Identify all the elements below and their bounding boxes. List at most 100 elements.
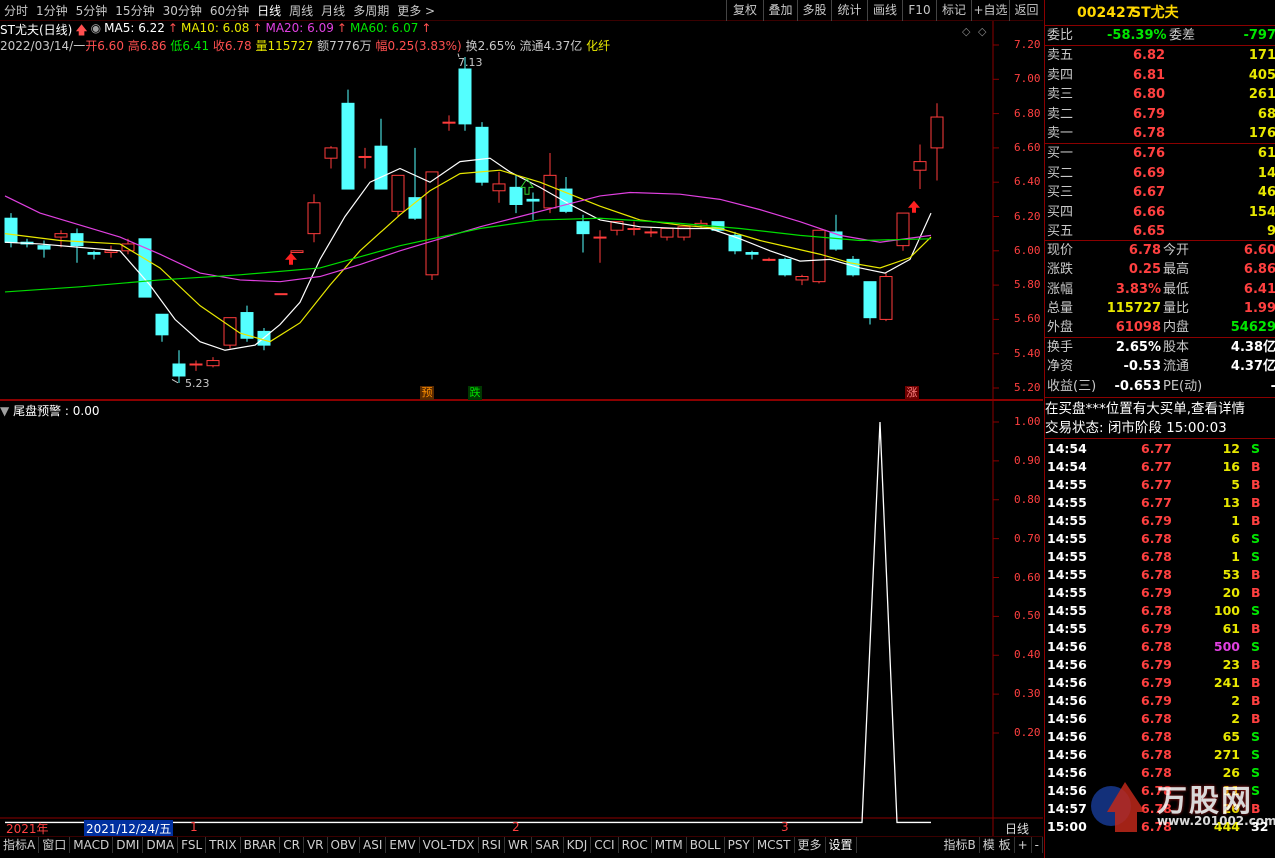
stats-value-2: 6.86 bbox=[1243, 262, 1275, 278]
bids-row[interactable]: 买二 6.69 14 bbox=[1045, 165, 1275, 183]
time-axis-month-3: 3 bbox=[781, 820, 789, 834]
stats-value-2: 54629 bbox=[1230, 320, 1275, 336]
tick-volume: 2 bbox=[1231, 693, 1240, 708]
tick-volume: 23 bbox=[1222, 657, 1240, 672]
period-15min[interactable]: 15分钟 bbox=[111, 2, 158, 19]
asks-volume: 68 bbox=[1257, 106, 1275, 122]
big-order-notice[interactable]: 在买盘***位置有大买单,查看详情 bbox=[1045, 400, 1275, 418]
indicator-right-tab-2[interactable]: + bbox=[1015, 837, 1032, 853]
time-axis-year: 2021年 bbox=[6, 822, 49, 836]
mark-button[interactable]: 标记 bbox=[936, 0, 971, 21]
asks-row[interactable]: 卖三 6.80 261 bbox=[1045, 86, 1275, 104]
indicator-tab-15[interactable]: WR bbox=[505, 837, 533, 853]
stats2-value-2: 4.38亿 bbox=[1230, 340, 1275, 355]
period-weekly[interactable]: 周线 bbox=[285, 2, 317, 19]
asks-row[interactable]: 卖四 6.81 405 bbox=[1045, 67, 1275, 85]
tick-time: 14:56 bbox=[1047, 729, 1087, 744]
period-5min[interactable]: 5分钟 bbox=[72, 2, 112, 19]
indicator-right-tab-1[interactable]: 模 板 bbox=[980, 837, 1015, 853]
indicator-tab-21[interactable]: BOLL bbox=[687, 837, 725, 853]
tick-volume: 100 bbox=[1213, 603, 1240, 618]
watermark-url: www.201002.com bbox=[1157, 814, 1275, 828]
period-fenshi[interactable]: 分时 bbox=[0, 2, 32, 19]
asks-row[interactable]: 卖五 6.82 171 bbox=[1045, 47, 1275, 65]
indicator-tab-12[interactable]: EMV bbox=[386, 837, 420, 853]
buy-arrow-icon bbox=[285, 252, 297, 265]
indicator-tab-7[interactable]: BRAR bbox=[241, 837, 281, 853]
stats-value-2: 6.41 bbox=[1243, 281, 1275, 297]
tick-side: B bbox=[1251, 513, 1261, 528]
bids-level-label: 买二 bbox=[1047, 165, 1074, 181]
indicator-tick-label: 0.60 bbox=[1014, 570, 1041, 584]
period-monthly[interactable]: 月线 bbox=[317, 2, 349, 19]
bids-row[interactable]: 买五 6.65 9 bbox=[1045, 223, 1275, 241]
indicator-tab-24[interactable]: 更多 bbox=[795, 837, 826, 853]
stats-label-2: 最低 bbox=[1163, 281, 1190, 297]
asks-row[interactable]: 卖二 6.79 68 bbox=[1045, 106, 1275, 124]
period-daily[interactable]: 日线 bbox=[253, 2, 285, 19]
indicator-tab-1[interactable]: 窗口 bbox=[39, 837, 71, 853]
indicator-tab-22[interactable]: PSY bbox=[725, 837, 754, 853]
indicator-tab-14[interactable]: RSI bbox=[479, 837, 506, 853]
indicator-toggle-icon[interactable]: ▼ bbox=[0, 404, 9, 418]
bids-volume: 46 bbox=[1257, 185, 1275, 200]
stats2-row: 换手 2.65% 股本 4.38亿 bbox=[1045, 339, 1275, 357]
indicator-tab-23[interactable]: MCST bbox=[754, 837, 795, 853]
indicator-tab-9[interactable]: VR bbox=[304, 837, 328, 853]
period-1min[interactable]: 1分钟 bbox=[32, 2, 72, 19]
tick-volume: 16 bbox=[1222, 459, 1240, 474]
indicator-tab-17[interactable]: KDJ bbox=[564, 837, 592, 853]
candle-up bbox=[879, 276, 893, 320]
asks-row[interactable]: 卖一 6.78 176 bbox=[1045, 125, 1275, 143]
tick-time: 14:55 bbox=[1047, 621, 1087, 636]
bids-row[interactable]: 买四 6.66 154 bbox=[1045, 204, 1275, 222]
tick-time: 14:55 bbox=[1047, 603, 1087, 618]
tick-time: 14:55 bbox=[1047, 585, 1087, 600]
indicator-right-tab-0[interactable]: 指标B bbox=[941, 837, 980, 853]
indicator-tab-13[interactable]: VOL-TDX bbox=[420, 837, 479, 853]
indicator-tab-20[interactable]: MTM bbox=[652, 837, 687, 853]
add-watchlist-button[interactable]: +自选 bbox=[971, 0, 1009, 21]
back-button[interactable]: 返回 bbox=[1009, 0, 1043, 21]
period-60min[interactable]: 60分钟 bbox=[206, 2, 253, 19]
tick-price: 6.79 bbox=[1141, 513, 1172, 528]
candle-down bbox=[341, 102, 355, 190]
indicator-tab-19[interactable]: ROC bbox=[619, 837, 652, 853]
indicator-tab-10[interactable]: OBV bbox=[328, 837, 361, 853]
candle-up bbox=[391, 174, 405, 212]
indicator-tab-25[interactable]: 设置 bbox=[826, 837, 857, 853]
indicator-tab-5[interactable]: FSL bbox=[178, 837, 207, 853]
tick-price: 6.78 bbox=[1141, 603, 1172, 618]
overlay-button[interactable]: 叠加 bbox=[763, 0, 797, 21]
indicator-tab-8[interactable]: CR bbox=[280, 837, 304, 853]
bids-row[interactable]: 买一 6.76 61 bbox=[1045, 145, 1275, 163]
indicator-tab-0[interactable]: 指标A bbox=[0, 837, 40, 853]
indicator-tab-6[interactable]: TRIX bbox=[206, 837, 241, 853]
statistics-button[interactable]: 统计 bbox=[831, 0, 867, 21]
indicator-tab-16[interactable]: SAR bbox=[532, 837, 564, 853]
tick-volume: 271 bbox=[1213, 747, 1240, 762]
candle-down bbox=[4, 217, 18, 243]
bids-row[interactable]: 买三 6.67 46 bbox=[1045, 184, 1275, 202]
period-30min[interactable]: 30分钟 bbox=[159, 2, 206, 19]
candle-up bbox=[290, 250, 304, 254]
indicator-tab-4[interactable]: DMA bbox=[143, 837, 179, 853]
kline-chart[interactable]: ◇ ◇ bbox=[0, 21, 1043, 836]
indicator-tab-2[interactable]: MACD bbox=[70, 837, 114, 853]
candle-up bbox=[54, 233, 68, 238]
tick-side: B bbox=[1251, 585, 1261, 600]
period-more[interactable]: 更多 > bbox=[393, 2, 439, 19]
period-multi[interactable]: 多周期 bbox=[349, 2, 393, 19]
indicator-tab-11[interactable]: ASI bbox=[360, 837, 387, 853]
f10-button[interactable]: F10 bbox=[902, 0, 936, 21]
indicator-tab-3[interactable]: DMI bbox=[113, 837, 144, 853]
fuquan-button[interactable]: 复权 bbox=[726, 0, 763, 21]
weicha-value: -797 bbox=[1243, 28, 1275, 43]
tick-price: 6.79 bbox=[1141, 693, 1172, 708]
tick-volume: 1 bbox=[1231, 513, 1240, 528]
indicator-tab-18[interactable]: CCI bbox=[591, 837, 619, 853]
draw-line-button[interactable]: 画线 bbox=[867, 0, 902, 21]
multi-stock-button[interactable]: 多股 bbox=[797, 0, 831, 21]
weibi-label: 委比 bbox=[1047, 28, 1074, 43]
indicator-right-tab-3[interactable]: - bbox=[1032, 837, 1043, 853]
